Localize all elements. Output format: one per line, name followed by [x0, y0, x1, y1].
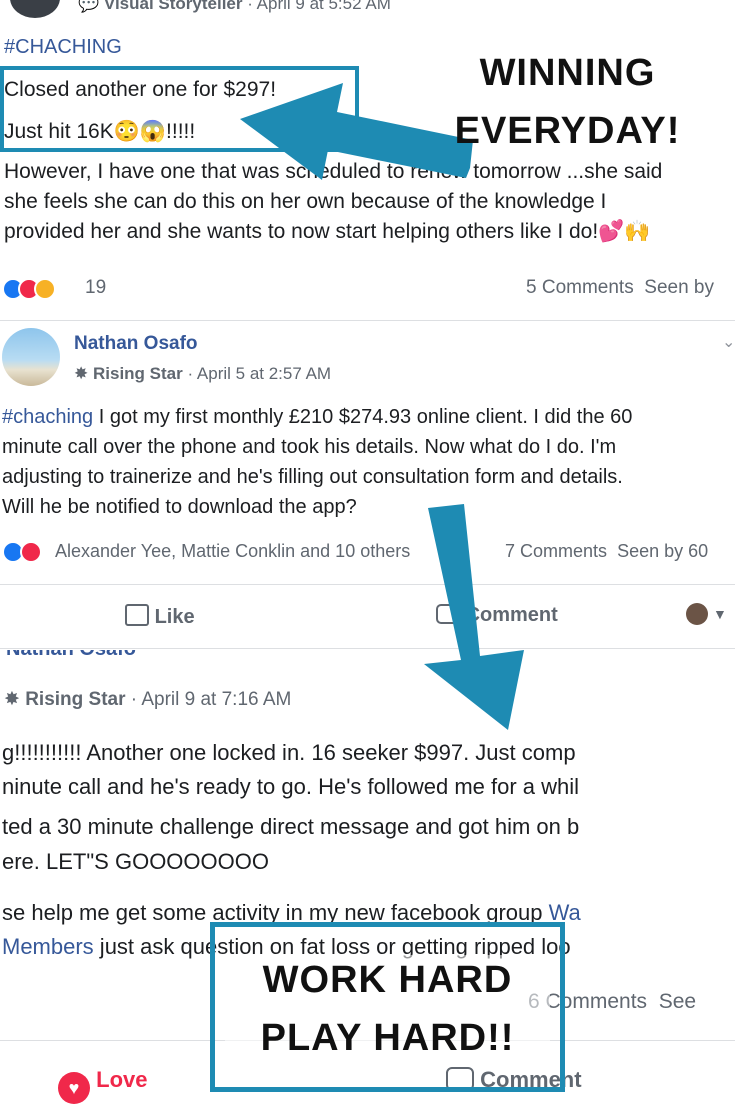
arrow-down-icon [424, 504, 524, 730]
winning-line-2: EVERYDAY! [454, 110, 681, 152]
work-hard-line-2: PLAY HARD!! [260, 1017, 515, 1059]
work-hard-line-1: WORK HARD [262, 959, 513, 1001]
arrow-left-icon [240, 83, 473, 180]
work-hard-callout: WORK HARD PLAY HARD!! [225, 955, 550, 1063]
winning-line-1: WINNING [479, 52, 656, 94]
winning-callout: WINNING EVERYDAY! [440, 50, 695, 154]
